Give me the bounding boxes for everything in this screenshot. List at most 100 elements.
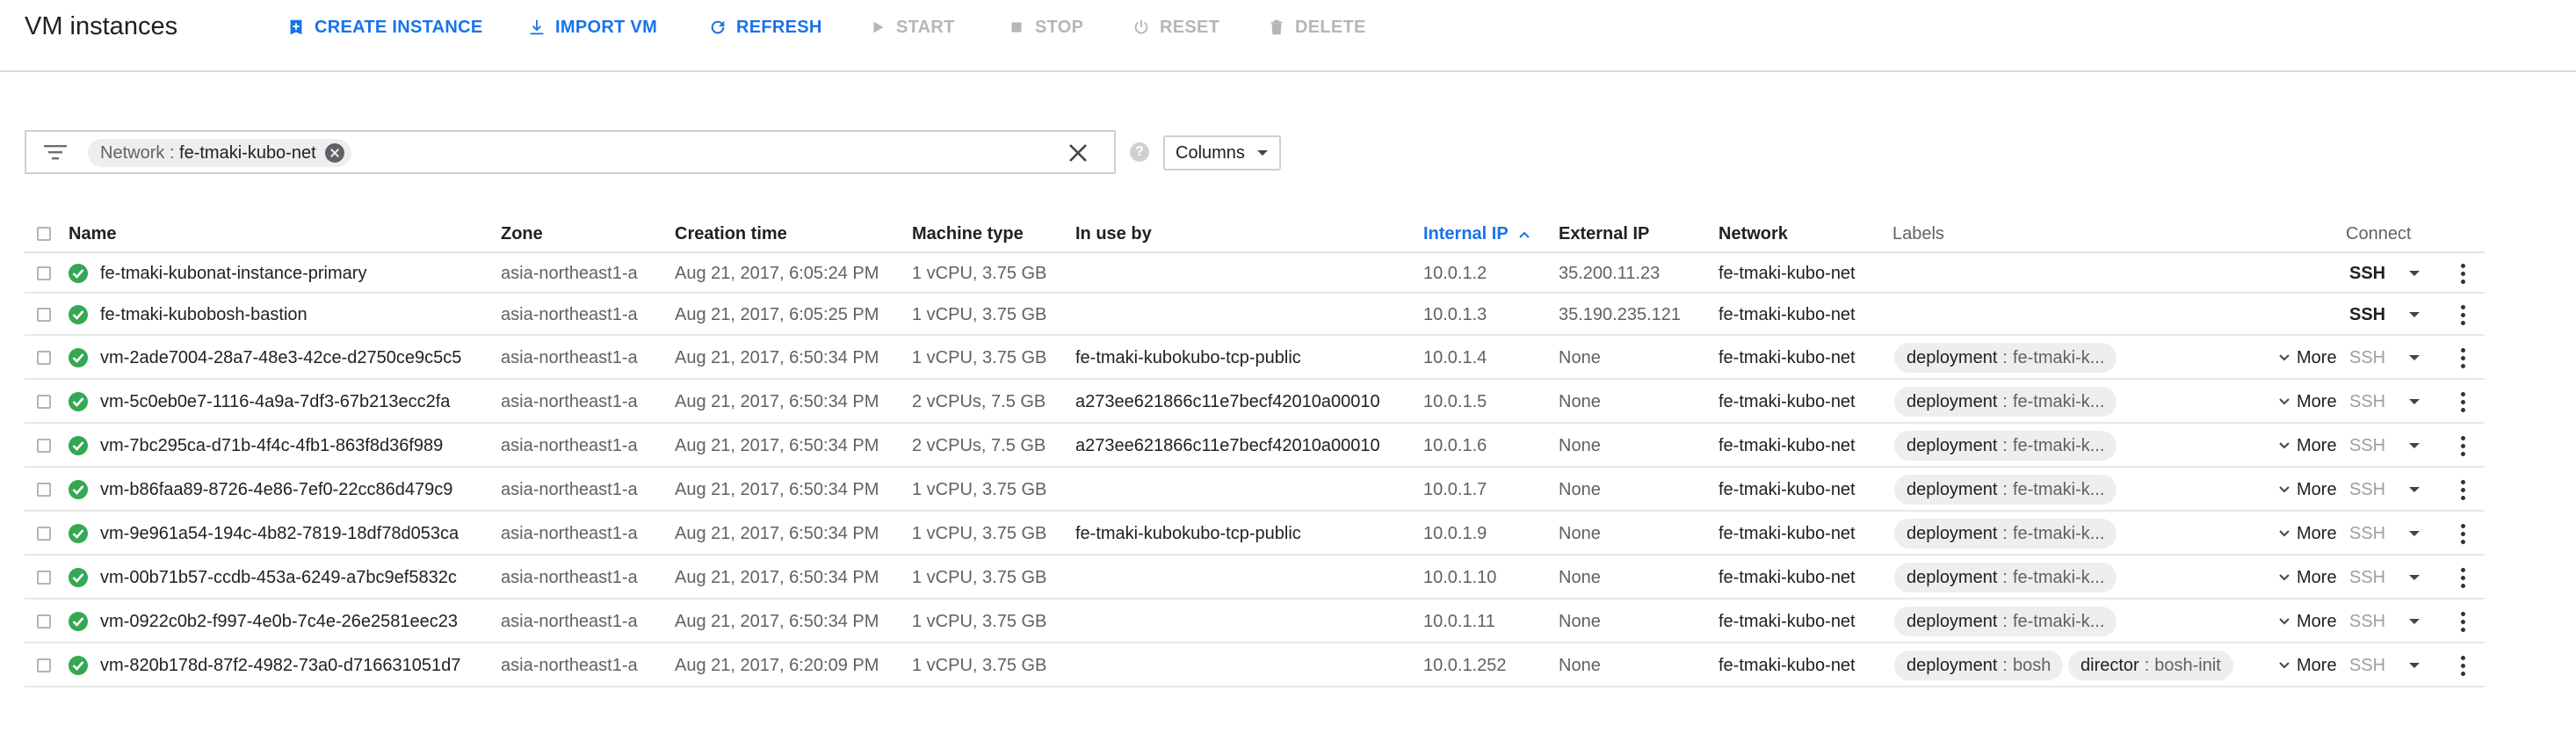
ssh-options-chevron-icon[interactable] [2409, 443, 2420, 448]
ssh-options-chevron-icon[interactable] [2409, 355, 2420, 360]
instance-name-link[interactable]: vm-820b178d-87f2-4982-73a0-d716631051d7 [100, 655, 460, 676]
refresh-button[interactable]: REFRESH [708, 12, 822, 42]
col-header-in-use-by[interactable]: In use by [1075, 216, 1152, 251]
network-link[interactable]: fe-tmaki-kubo-net [1719, 391, 1856, 412]
table-row[interactable]: vm-2ade7004-28a7-48e3-42ce-d2750ce9c5c5 a… [25, 336, 2485, 380]
row-checkbox[interactable] [37, 395, 51, 409]
ssh-options-chevron-icon[interactable] [2409, 575, 2420, 580]
stop-button[interactable]: STOP [1007, 12, 1083, 42]
filter-bar[interactable]: Network : fe-tmaki-kubo-net [25, 130, 1116, 174]
ssh-options-chevron-icon[interactable] [2409, 487, 2420, 492]
table-row[interactable]: vm-7bc295ca-d71b-4f4c-4fb1-863f8d36f989 a… [25, 424, 2485, 468]
network-link[interactable]: fe-tmaki-kubo-net [1719, 304, 1856, 325]
row-checkbox[interactable] [37, 571, 51, 585]
more-actions-kebab-icon[interactable] [2460, 524, 2465, 545]
network-link[interactable]: fe-tmaki-kubo-net [1719, 479, 1856, 500]
col-header-network[interactable]: Network [1719, 216, 1788, 251]
col-header-zone[interactable]: Zone [501, 216, 543, 251]
table-row[interactable]: vm-5c0eb0e7-1116-4a9a-7df3-67b213ecc2fa a… [25, 380, 2485, 424]
ssh-button[interactable]: SSH [2349, 523, 2385, 544]
instance-name-link[interactable]: vm-0922c0b2-f997-4e0b-7c4e-26e2581eec23 [100, 611, 458, 632]
col-header-name[interactable]: Name [69, 216, 116, 251]
more-labels-button[interactable]: More [2279, 611, 2337, 632]
in-use-by-link[interactable]: a273ee621866c11e7becf42010a00010 [1075, 435, 1380, 456]
ssh-options-chevron-icon[interactable] [2409, 271, 2420, 276]
table-row[interactable]: fe-tmaki-kubonat-instance-primary asia-no… [25, 253, 2485, 294]
row-checkbox[interactable] [37, 439, 51, 453]
more-labels-button[interactable]: More [2279, 567, 2337, 588]
create-instance-button[interactable]: CREATE INSTANCE [286, 12, 483, 42]
network-link[interactable]: fe-tmaki-kubo-net [1719, 263, 1856, 284]
instance-name-link[interactable]: vm-7bc295ca-d71b-4f4c-4fb1-863f8d36f989 [100, 435, 443, 456]
instance-name-link[interactable]: fe-tmaki-kubonat-instance-primary [100, 263, 366, 284]
ssh-button[interactable]: SSH [2349, 479, 2385, 500]
in-use-by-link[interactable]: fe-tmaki-kubokubo-tcp-public [1075, 347, 1301, 368]
instance-name-link[interactable]: vm-b86faa89-8726-4e86-7ef0-22cc86d479c9 [100, 479, 452, 500]
ssh-options-chevron-icon[interactable] [2409, 312, 2420, 317]
delete-button[interactable]: DELETE [1267, 12, 1366, 42]
ssh-button[interactable]: SSH [2349, 435, 2385, 456]
network-filter-chip[interactable]: Network : fe-tmaki-kubo-net [88, 139, 351, 167]
network-link[interactable]: fe-tmaki-kubo-net [1719, 655, 1856, 676]
more-labels-button[interactable]: More [2279, 435, 2337, 456]
row-checkbox[interactable] [37, 308, 51, 322]
more-actions-kebab-icon[interactable] [2460, 480, 2465, 501]
instance-name-link[interactable]: vm-2ade7004-28a7-48e3-42ce-d2750ce9c5c5 [100, 347, 461, 368]
row-checkbox[interactable] [37, 266, 51, 280]
ssh-button[interactable]: SSH [2349, 391, 2385, 412]
col-header-external-ip[interactable]: External IP [1559, 216, 1649, 251]
ssh-button[interactable]: SSH [2349, 611, 2385, 632]
clear-filter-icon[interactable] [1067, 142, 1089, 164]
in-use-by-link[interactable]: a273ee621866c11e7becf42010a00010 [1075, 391, 1380, 412]
table-row[interactable]: vm-9e961a54-194c-4b82-7819-18df78d053ca a… [25, 512, 2485, 556]
table-row[interactable]: fe-tmaki-kubobosh-bastion asia-northeast1… [25, 294, 2485, 336]
reset-button[interactable]: RESET [1132, 12, 1219, 42]
instance-name-link[interactable]: vm-5c0eb0e7-1116-4a9a-7df3-67b213ecc2fa [100, 391, 450, 412]
external-ip-cell[interactable]: 35.190.235.121 [1559, 304, 1681, 325]
more-actions-kebab-icon[interactable] [2460, 656, 2465, 677]
network-link[interactable]: fe-tmaki-kubo-net [1719, 435, 1856, 456]
more-labels-button[interactable]: More [2279, 655, 2337, 676]
start-button[interactable]: START [868, 12, 955, 42]
filter-icon[interactable] [44, 142, 67, 162]
more-labels-button[interactable]: More [2279, 479, 2337, 500]
row-checkbox[interactable] [37, 351, 51, 365]
more-labels-button[interactable]: More [2279, 391, 2337, 412]
ssh-button[interactable]: SSH [2349, 655, 2385, 676]
external-ip-cell[interactable]: 35.200.11.23 [1559, 263, 1660, 284]
ssh-button[interactable]: SSH [2349, 263, 2385, 284]
network-link[interactable]: fe-tmaki-kubo-net [1719, 523, 1856, 544]
help-icon[interactable]: ? [1130, 142, 1149, 162]
ssh-options-chevron-icon[interactable] [2409, 619, 2420, 624]
table-row[interactable]: vm-b86faa89-8726-4e86-7ef0-22cc86d479c9 a… [25, 468, 2485, 512]
ssh-options-chevron-icon[interactable] [2409, 399, 2420, 404]
more-actions-kebab-icon[interactable] [2460, 612, 2465, 633]
import-vm-button[interactable]: IMPORT VM [527, 12, 657, 42]
ssh-options-chevron-icon[interactable] [2409, 531, 2420, 536]
col-header-creation-time[interactable]: Creation time [675, 216, 787, 251]
instance-name-link[interactable]: vm-00b71b57-ccdb-453a-6249-a7bc9ef5832c [100, 567, 457, 588]
row-checkbox[interactable] [37, 483, 51, 497]
columns-button[interactable]: Columns [1163, 135, 1281, 171]
instance-name-link[interactable]: fe-tmaki-kubobosh-bastion [100, 304, 308, 325]
row-checkbox[interactable] [37, 614, 51, 629]
row-checkbox[interactable] [37, 527, 51, 541]
more-actions-kebab-icon[interactable] [2460, 436, 2465, 457]
more-actions-kebab-icon[interactable] [2460, 348, 2465, 369]
more-actions-kebab-icon[interactable] [2460, 392, 2465, 413]
col-header-internal-ip[interactable]: Internal IP [1423, 216, 1530, 251]
network-link[interactable]: fe-tmaki-kubo-net [1719, 567, 1856, 588]
remove-filter-icon[interactable] [324, 143, 344, 163]
more-actions-kebab-icon[interactable] [2460, 305, 2465, 326]
network-link[interactable]: fe-tmaki-kubo-net [1719, 611, 1856, 632]
more-actions-kebab-icon[interactable] [2460, 568, 2465, 589]
more-actions-kebab-icon[interactable] [2460, 264, 2465, 285]
table-row[interactable]: vm-0922c0b2-f997-4e0b-7c4e-26e2581eec23 a… [25, 600, 2485, 643]
more-labels-button[interactable]: More [2279, 347, 2337, 368]
ssh-button[interactable]: SSH [2349, 304, 2385, 325]
row-checkbox[interactable] [37, 658, 51, 672]
ssh-button[interactable]: SSH [2349, 347, 2385, 368]
more-labels-button[interactable]: More [2279, 523, 2337, 544]
select-all-checkbox[interactable] [37, 227, 51, 241]
ssh-button[interactable]: SSH [2349, 567, 2385, 588]
